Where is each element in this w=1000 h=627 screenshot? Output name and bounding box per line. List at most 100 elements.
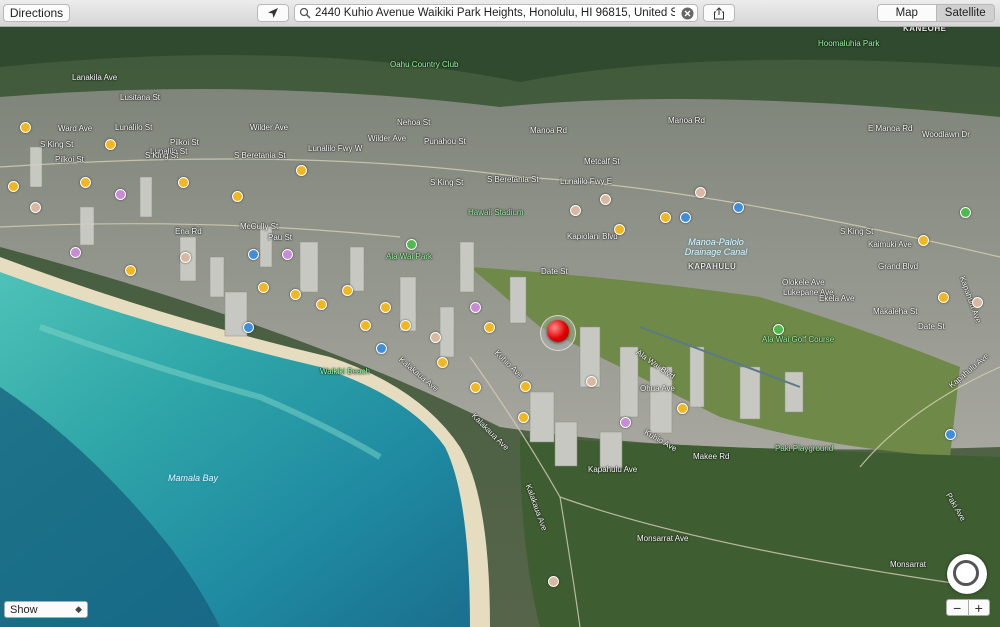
map-label: Mamala Bay <box>168 473 219 483</box>
satellite-tab[interactable]: Satellite <box>936 5 994 21</box>
map-label: Ward Ave <box>58 124 93 133</box>
map-label: Hoomaluhia Park <box>818 39 880 48</box>
poi-marker-icon[interactable] <box>296 165 307 176</box>
poi-marker-icon[interactable] <box>80 177 91 188</box>
poi-marker-icon[interactable] <box>570 205 581 216</box>
map-label: McCully St <box>240 222 279 231</box>
poi-marker-icon[interactable] <box>620 417 631 428</box>
poi-marker-icon[interactable] <box>342 285 353 296</box>
satellite-map[interactable]: Oahu Country Club Lanakila Ave Lusitana St… <box>0 27 1000 627</box>
poi-marker-icon[interactable] <box>470 302 481 313</box>
map-label: Kapiolani Blvd <box>567 232 618 241</box>
poi-marker-icon[interactable] <box>614 224 625 235</box>
poi-marker-icon[interactable] <box>695 187 706 198</box>
compass-icon <box>953 560 979 586</box>
map-label: Lusitana St <box>120 93 161 102</box>
map-label: E Manoa Rd <box>868 124 913 133</box>
map-label: Grand Blvd <box>878 262 919 271</box>
poi-marker-icon[interactable] <box>232 191 243 202</box>
map-label: Waikiki Beach <box>320 367 370 376</box>
poi-marker-icon[interactable] <box>316 299 327 310</box>
map-label: S Beretania St <box>487 175 539 184</box>
directions-button[interactable]: Directions <box>3 4 70 22</box>
toolbar: Directions Map Satellite <box>0 0 1000 27</box>
map-label: Monsarrat Ave <box>637 534 689 543</box>
poi-marker-icon[interactable] <box>548 576 559 587</box>
show-dropdown[interactable]: Show ◆ <box>4 601 88 618</box>
map-label: Kapahulu Ave <box>588 465 638 474</box>
map-label: Date St <box>541 267 568 276</box>
map-label: Punahou St <box>424 137 466 146</box>
map-label: Wilder Ave <box>250 123 289 132</box>
poi-marker-icon[interactable] <box>677 403 688 414</box>
location-pin[interactable] <box>540 315 576 351</box>
poi-marker-icon[interactable] <box>518 412 529 423</box>
poi-marker-icon[interactable] <box>680 212 691 223</box>
poi-marker-icon[interactable] <box>918 235 929 246</box>
poi-marker-icon[interactable] <box>600 194 611 205</box>
poi-marker-icon[interactable] <box>773 324 784 335</box>
map-label: Oahu Country Club <box>390 60 459 69</box>
share-button[interactable] <box>703 4 735 22</box>
poi-marker-icon[interactable] <box>243 322 254 333</box>
poi-marker-icon[interactable] <box>960 207 971 218</box>
map-tab[interactable]: Map <box>878 5 937 21</box>
poi-marker-icon[interactable] <box>360 320 371 331</box>
poi-marker-icon[interactable] <box>380 302 391 313</box>
map-label: Manoa Rd <box>530 126 567 135</box>
zoom-out-button[interactable]: − <box>947 600 969 615</box>
chevron-updown-icon: ◆ <box>75 604 82 614</box>
poi-marker-icon[interactable] <box>125 265 136 276</box>
poi-marker-icon[interactable] <box>70 247 81 258</box>
map-label: Olokele Ave <box>782 278 825 287</box>
current-location-button[interactable] <box>257 4 289 22</box>
pin-marker <box>547 320 569 342</box>
poi-marker-icon[interactable] <box>520 381 531 392</box>
map-label: KANEOHE <box>903 27 947 33</box>
poi-marker-icon[interactable] <box>282 249 293 260</box>
map-label: S King St <box>840 227 874 236</box>
poi-marker-icon[interactable] <box>30 202 41 213</box>
map-label: Pilkoi St <box>55 155 84 164</box>
poi-marker-icon[interactable] <box>248 249 259 260</box>
map-label: Makaleha St <box>873 307 918 316</box>
search-field[interactable] <box>294 4 698 22</box>
zoom-in-button[interactable]: + <box>969 600 990 615</box>
poi-marker-icon[interactable] <box>972 297 983 308</box>
map-label: Lanakila Ave <box>72 73 118 82</box>
poi-marker-icon[interactable] <box>105 139 116 150</box>
map-label: Pau St <box>268 233 293 242</box>
poi-marker-icon[interactable] <box>660 212 671 223</box>
compass-button[interactable] <box>947 554 987 594</box>
poi-marker-icon[interactable] <box>8 181 19 192</box>
poi-marker-icon[interactable] <box>258 282 269 293</box>
map-label: Lunalilo St <box>115 123 153 132</box>
poi-marker-icon[interactable] <box>586 376 597 387</box>
map-imagery <box>0 27 1000 627</box>
poi-marker-icon[interactable] <box>430 332 441 343</box>
poi-marker-icon[interactable] <box>400 320 411 331</box>
poi-marker-icon[interactable] <box>733 202 744 213</box>
poi-marker-icon[interactable] <box>938 292 949 303</box>
poi-marker-icon[interactable] <box>437 357 448 368</box>
poi-marker-icon[interactable] <box>115 189 126 200</box>
search-input[interactable] <box>313 7 675 19</box>
search-icon <box>299 7 311 19</box>
poi-marker-icon[interactable] <box>484 322 495 333</box>
poi-marker-icon[interactable] <box>945 429 956 440</box>
poi-marker-icon[interactable] <box>180 252 191 263</box>
poi-marker-icon[interactable] <box>376 343 387 354</box>
map-label: Ekela Ave <box>819 294 855 303</box>
poi-marker-icon[interactable] <box>470 382 481 393</box>
poi-marker-icon[interactable] <box>290 289 301 300</box>
map-label: Ala Wai Park <box>386 252 432 261</box>
poi-marker-icon[interactable] <box>406 239 417 250</box>
poi-marker-icon[interactable] <box>178 177 189 188</box>
poi-marker-icon[interactable] <box>20 122 31 133</box>
clear-search-icon[interactable] <box>681 7 694 20</box>
map-label: Ala Wai Golf Course <box>762 335 835 344</box>
map-label: KAPAHULU <box>688 262 737 271</box>
map-label: Ohua Ave <box>640 384 675 393</box>
map-label: Wilder Ave <box>368 134 407 143</box>
map-label: Ena Rd <box>175 227 202 236</box>
